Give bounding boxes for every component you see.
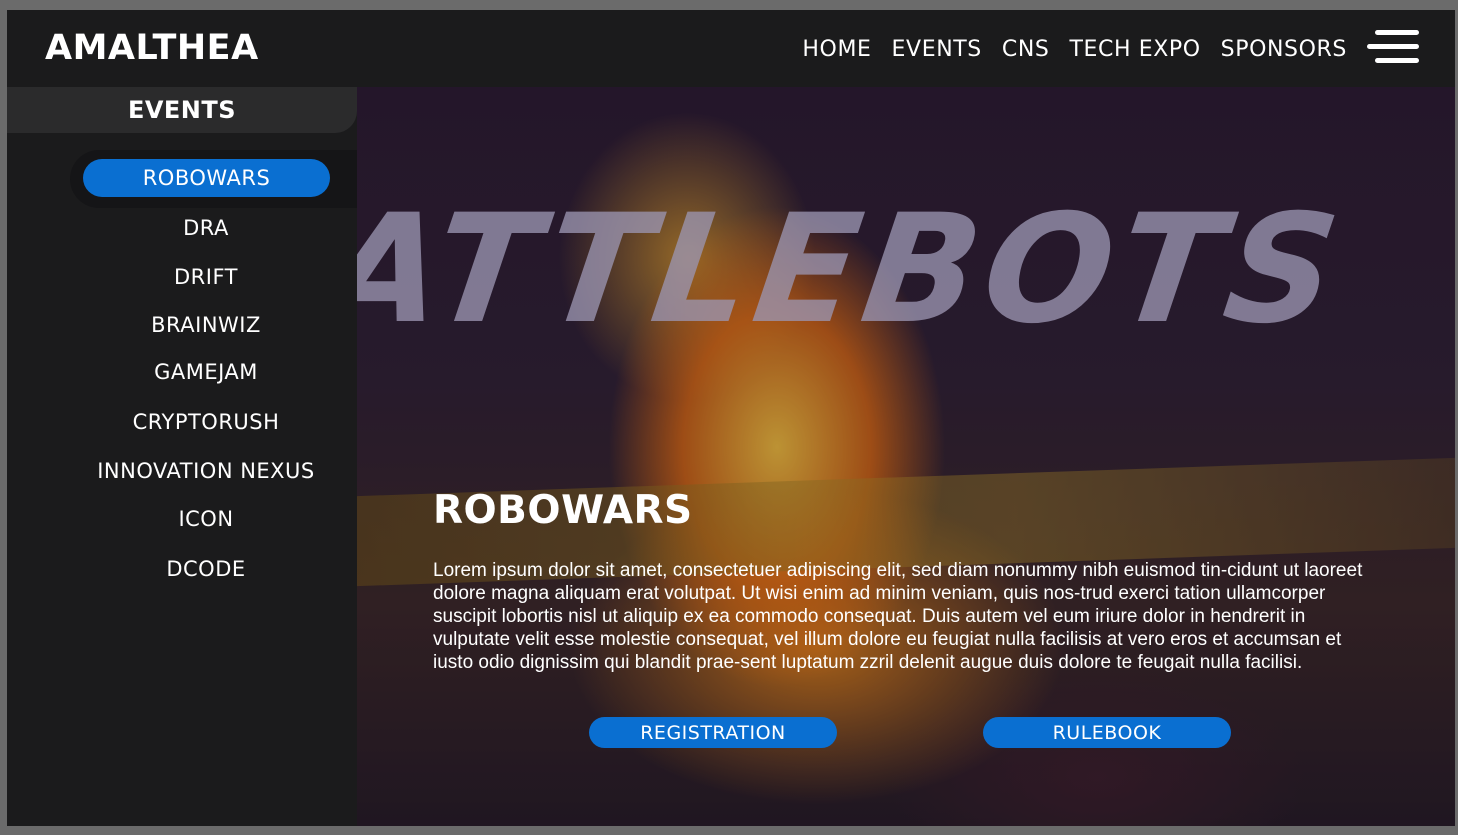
events-sidebar: EVENTS ROBOWARS DRA DRIFT BRAINWIZ GAMEJ…: [7, 87, 360, 826]
hamburger-menu-icon[interactable]: [1367, 28, 1419, 68]
hamburger-line: [1367, 44, 1419, 49]
nav-tech-expo[interactable]: TECH EXPO: [1069, 37, 1200, 62]
registration-button[interactable]: REGISTRATION: [589, 717, 837, 748]
sidebar-item-robowars[interactable]: ROBOWARS: [83, 159, 330, 197]
event-description: Lorem ipsum dolor sit amet, consectetuer…: [433, 560, 1363, 673]
sidebar-item-brainwiz[interactable]: BRAINWIZ: [7, 313, 405, 337]
hero-overlay: [357, 87, 1455, 826]
sidebar-item-drift[interactable]: DRIFT: [7, 265, 405, 289]
hamburger-line: [1375, 58, 1419, 63]
nav-sponsors[interactable]: SPONSORS: [1221, 37, 1347, 62]
main-nav: HOME EVENTS CNS TECH EXPO SPONSORS: [802, 37, 1347, 62]
site-logo[interactable]: AMALTHEA: [45, 28, 259, 68]
sidebar-item-icon[interactable]: ICON: [7, 507, 405, 531]
event-title: ROBOWARS: [433, 488, 693, 533]
rulebook-button[interactable]: RULEBOOK: [983, 717, 1231, 748]
sidebar-item-dra[interactable]: DRA: [7, 216, 405, 240]
sidebar-item-gamejam[interactable]: GAMEJAM: [7, 360, 405, 384]
nav-cns[interactable]: CNS: [1002, 37, 1050, 62]
nav-events[interactable]: EVENTS: [892, 37, 982, 62]
sidebar-item-innovation-nexus[interactable]: INNOVATION NEXUS: [7, 459, 405, 483]
nav-home[interactable]: HOME: [802, 37, 871, 62]
top-navbar: AMALTHEA HOME EVENTS CNS TECH EXPO SPONS…: [7, 10, 1455, 87]
hamburger-line: [1375, 30, 1419, 35]
sidebar-item-dcode[interactable]: DCODE: [7, 557, 405, 581]
sidebar-item-cryptorush[interactable]: CRYPTORUSH: [7, 410, 405, 434]
event-hero: ATTLEBOTS ROBOWARS Lorem ipsum dolor sit…: [357, 87, 1455, 826]
sidebar-title: EVENTS: [7, 87, 357, 133]
app-frame: AMALTHEA HOME EVENTS CNS TECH EXPO SPONS…: [7, 10, 1455, 826]
